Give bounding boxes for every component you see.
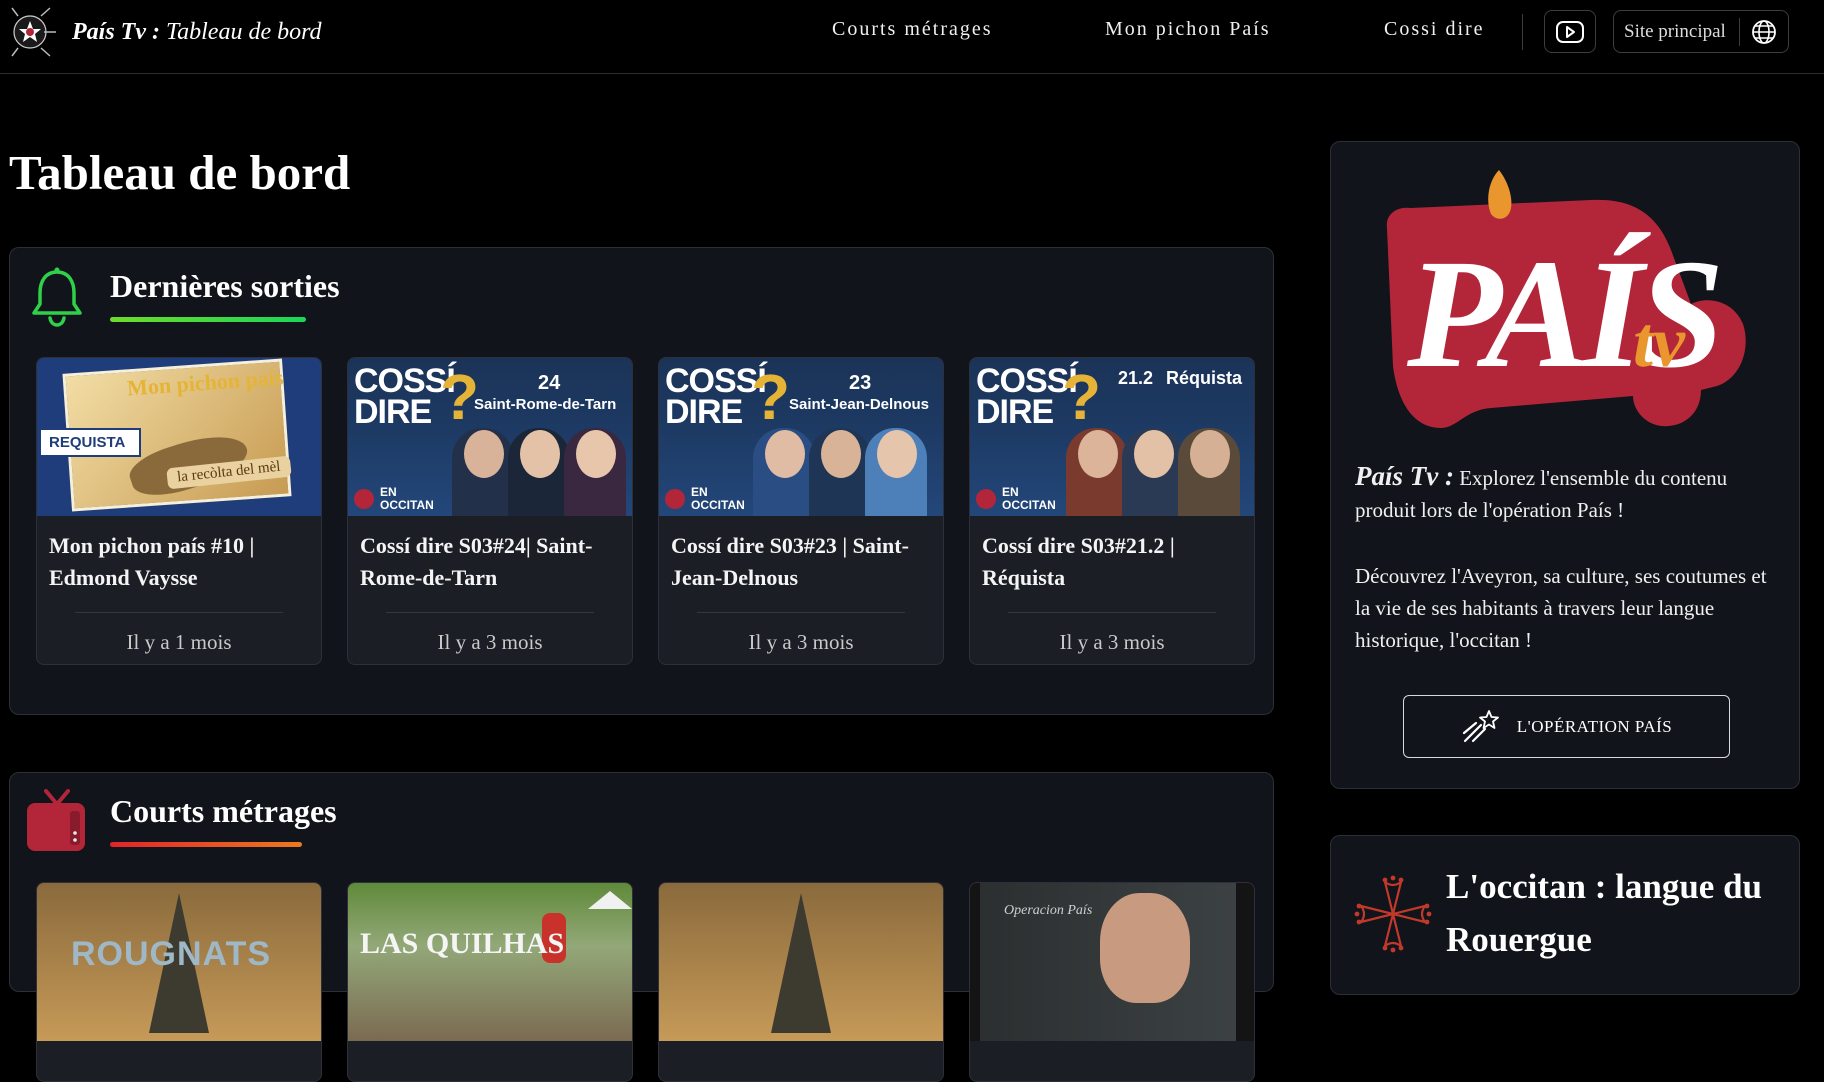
brand-name: País Tv :	[72, 18, 160, 45]
video-thumbnail: Mon pichon país REQUISTA la recòlta del …	[37, 358, 321, 516]
latest-releases-title: Dernières sorties	[110, 268, 340, 304]
short-films-panel: Courts métrages ROUGNATS LAS QUILHAS Ope…	[9, 772, 1274, 1082]
occitan-cross-icon	[1354, 875, 1432, 953]
card-date: Il y a 3 mois	[1059, 630, 1165, 654]
video-thumbnail: COSSÍ DIRE ? 24 Saint-Rome-de-Tarn EN OC…	[348, 358, 632, 516]
language-badge: EN OCCITAN	[976, 486, 1056, 512]
logo-tv-text: tv	[1633, 302, 1686, 382]
question-mark-icon: ?	[751, 361, 791, 433]
top-navbar: País Tv : Tableau de bord Courts métrage…	[0, 0, 1824, 74]
card-title: Mon pichon país #10 | Edmond Vaysse	[49, 533, 255, 590]
brand-title: País Tv : Tableau de bord	[72, 19, 322, 46]
thumb-episode: 24	[538, 372, 561, 394]
language-badge: EN OCCITAN	[665, 486, 745, 512]
latest-releases-panel: Dernières sorties Mon pichon país REQUIS…	[9, 247, 1274, 715]
release-card[interactable]: COSSÍ DIRE ? 23 Saint-Jean-Delnous EN OC…	[658, 357, 944, 665]
card-divider	[1008, 612, 1216, 613]
card-date: Il y a 3 mois	[437, 630, 543, 654]
main-site-label: Site principal	[1624, 20, 1726, 42]
pais-tv-logo: PAÍS tv	[1386, 170, 1746, 428]
card-date: Il y a 3 mois	[748, 630, 854, 654]
video-thumbnail: COSSÍ DIRE ? 21.2 Réquista EN OCCITAN	[970, 358, 1254, 516]
globe-icon	[1740, 19, 1788, 45]
release-card[interactable]: Mon pichon país REQUISTA la recòlta del …	[36, 357, 322, 665]
short-film-card[interactable]: ROUGNATS	[36, 882, 322, 1082]
thumb-caption: Operacion País	[1004, 903, 1093, 918]
pais-logo-icon	[11, 7, 56, 57]
short-film-card[interactable]	[658, 882, 944, 1082]
youtube-button[interactable]	[1544, 10, 1596, 53]
language-badge: EN OCCITAN	[354, 486, 434, 512]
card-divider	[386, 612, 594, 613]
thumb-brand: COSSÍ DIRE	[354, 362, 456, 431]
thumb-tag: REQUISTA	[39, 428, 142, 457]
operation-pais-label: L'OPÉRATION PAÍS	[1516, 716, 1673, 736]
pais-tv-info-panel: PAÍS tv País Tv : Explorez l'ensemble du…	[1330, 141, 1800, 789]
main-site-button[interactable]: Site principal	[1613, 10, 1789, 53]
thumb-brand: COSSÍ DIRE	[665, 362, 767, 431]
release-card[interactable]: COSSÍ DIRE ? 24 Saint-Rome-de-Tarn EN OC…	[347, 357, 633, 665]
nav-mon-pichon-pais[interactable]: Mon pichon País	[1105, 18, 1271, 41]
nav-divider	[1522, 14, 1523, 50]
card-date: Il y a 1 mois	[126, 630, 232, 654]
video-thumbnail: COSSÍ DIRE ? 23 Saint-Jean-Delnous EN OC…	[659, 358, 943, 516]
card-title: Cossí dire S03#23 | Saint-Jean-Delnous	[671, 533, 909, 590]
bell-icon	[32, 267, 82, 327]
card-title: Cossí dire S03#24| Saint-Rome-de-Tarn	[360, 533, 593, 590]
shooting-star-icon	[1462, 709, 1499, 742]
youtube-icon	[1556, 20, 1584, 43]
section-underline	[110, 842, 302, 847]
occitan-info-panel: L'occitan : langue du Rouergue	[1330, 835, 1800, 995]
short-film-card[interactable]: Operacion País	[969, 882, 1255, 1082]
brand-subtitle: Tableau de bord	[165, 18, 322, 45]
section-underline	[110, 317, 306, 322]
release-card[interactable]: COSSÍ DIRE ? 21.2 Réquista EN OCCITAN Co…	[969, 357, 1255, 665]
thumb-place: Saint-Jean-Delnous	[789, 396, 930, 413]
card-divider	[697, 612, 905, 613]
short-films-title: Courts métrages	[110, 793, 337, 829]
thumb-place: Réquista	[1166, 368, 1243, 388]
thumb-caption: ROUGNATS	[71, 935, 272, 973]
intro-text: País Tv : Explorez l'ensemble du contenu…	[1355, 460, 1775, 526]
page-title: Tableau de bord	[9, 145, 351, 200]
card-title: Cossí dire S03#21.2 | Réquista	[982, 533, 1175, 590]
question-mark-icon: ?	[1062, 361, 1102, 433]
nav-cossi-dire[interactable]: Cossi dire	[1384, 18, 1485, 41]
intro-brand: País Tv :	[1355, 461, 1454, 491]
thumb-caption: LAS QUILHAS	[360, 927, 565, 960]
operation-pais-button[interactable]: L'OPÉRATION PAÍS	[1403, 695, 1730, 758]
thumb-episode: 21.2	[1118, 368, 1154, 388]
thumb-brand: COSSÍ DIRE	[976, 362, 1078, 431]
brand[interactable]: País Tv : Tableau de bord	[8, 4, 322, 60]
tv-icon	[27, 789, 85, 851]
nav-courts-metrages[interactable]: Courts métrages	[832, 18, 993, 41]
short-film-card[interactable]: LAS QUILHAS	[347, 882, 633, 1082]
description-text: Découvrez l'Aveyron, sa culture, ses cou…	[1355, 564, 1767, 652]
occitan-title: L'occitan : langue du Rouergue	[1446, 867, 1763, 959]
thumb-episode: 23	[849, 372, 872, 394]
card-divider	[75, 612, 283, 613]
thumb-place: Saint-Rome-de-Tarn	[474, 396, 617, 413]
